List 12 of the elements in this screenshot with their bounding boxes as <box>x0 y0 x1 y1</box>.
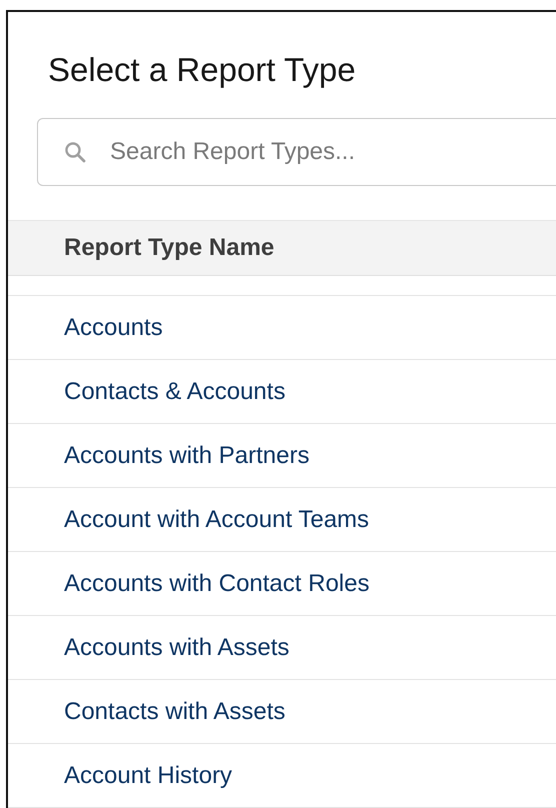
report-type-link[interactable]: Accounts with Contact Roles <box>64 570 370 598</box>
report-type-link[interactable]: Account History <box>64 762 232 790</box>
column-header: Report Type Name <box>64 234 274 262</box>
report-type-link[interactable]: Contacts with Assets <box>64 698 286 726</box>
dialog-title: Select a Report Type <box>47 50 356 90</box>
report-type-link[interactable]: Accounts <box>64 314 163 342</box>
search-icon <box>64 141 86 163</box>
report-type-link[interactable]: Accounts with Partners <box>64 442 310 470</box>
report-type-link[interactable]: Contacts & Accounts <box>64 378 286 406</box>
report-type-link[interactable]: Account with Account Teams <box>64 506 370 534</box>
search-field[interactable]: Search Report Types... <box>37 118 556 186</box>
report-type-link[interactable]: Accounts with Assets <box>64 634 290 662</box>
